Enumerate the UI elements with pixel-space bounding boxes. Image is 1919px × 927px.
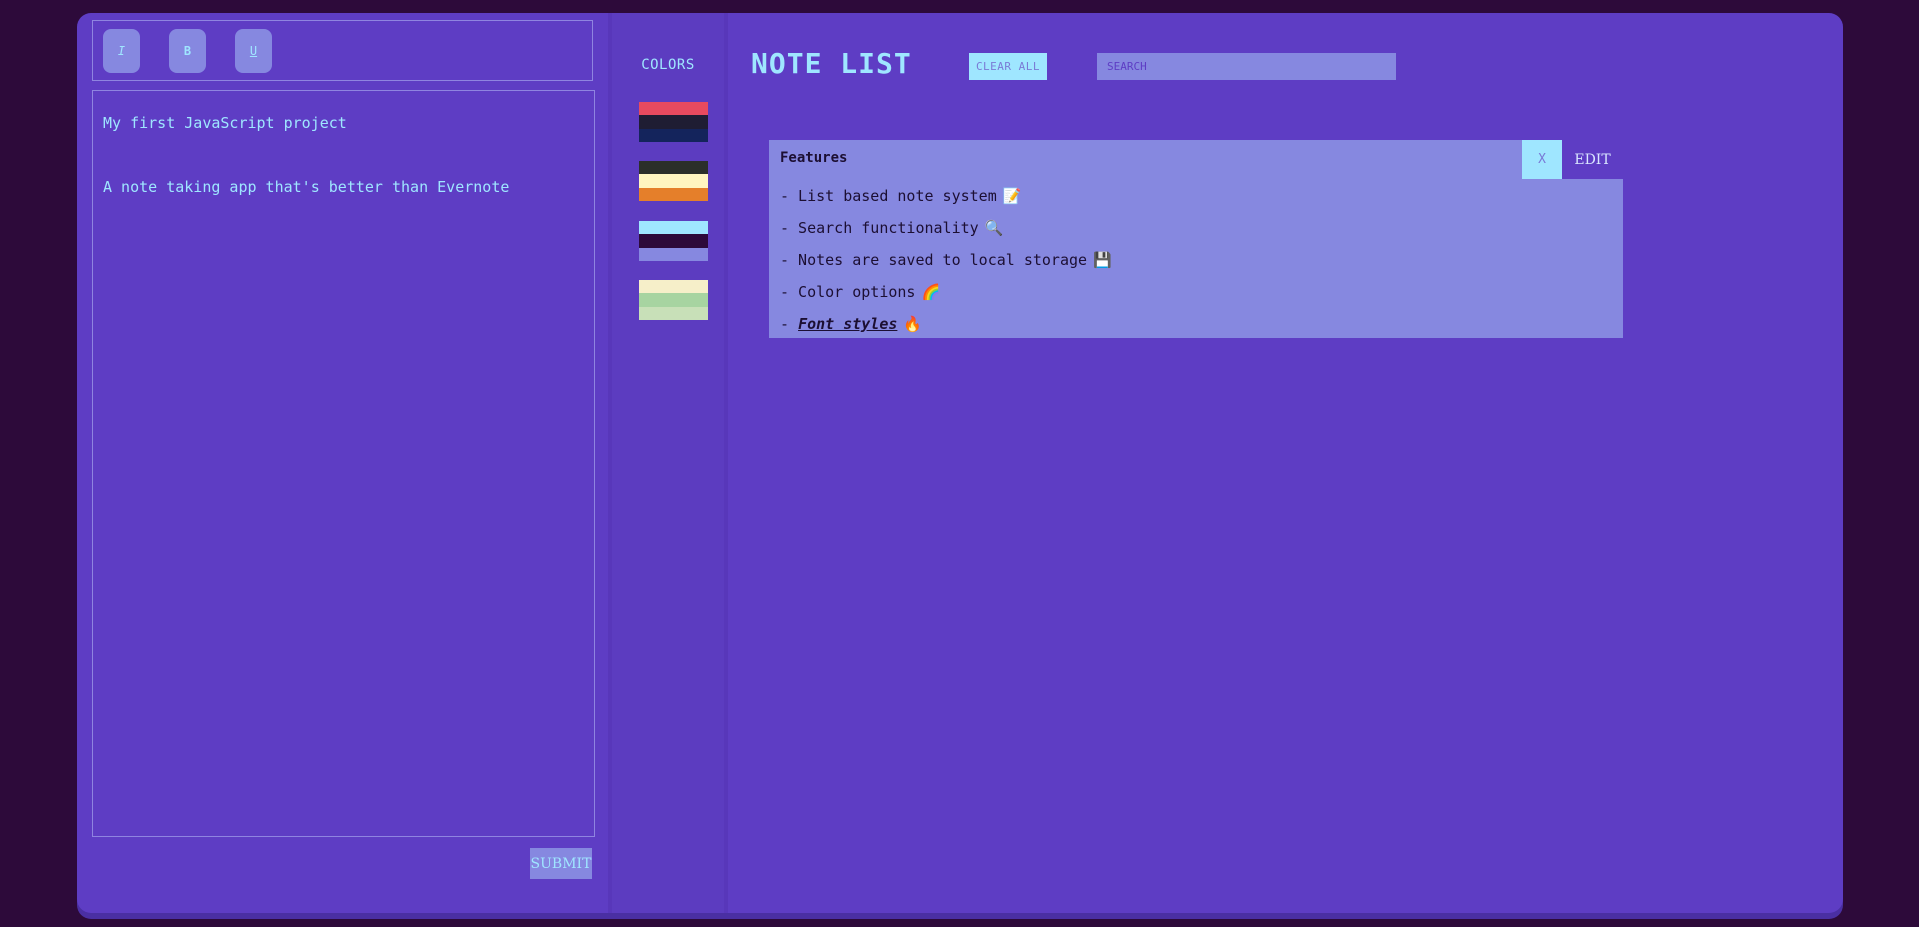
note-line: - Font styles 🔥 bbox=[780, 308, 1112, 340]
colors-title: COLORS bbox=[641, 57, 695, 73]
note-line-text: - Search functionality bbox=[780, 219, 979, 237]
swatch-band bbox=[639, 221, 708, 235]
swatch-band bbox=[639, 128, 708, 142]
note-line-text: - Color options bbox=[780, 283, 916, 301]
search-input[interactable] bbox=[1097, 53, 1396, 80]
rainbow-icon: 🌈 bbox=[921, 283, 941, 301]
color-swatch-1[interactable] bbox=[639, 102, 708, 142]
note-line-text: - List based note system bbox=[780, 187, 997, 205]
swatch-band bbox=[639, 247, 708, 261]
swatch-band bbox=[639, 161, 708, 175]
fire-icon: 🔥 bbox=[903, 315, 923, 333]
underline-button[interactable]: U bbox=[235, 29, 272, 73]
swatch-band bbox=[639, 280, 708, 294]
swatch-band bbox=[639, 102, 708, 116]
note-line-text: - Notes are saved to local storage bbox=[780, 251, 1088, 269]
clear-all-button[interactable]: CLEAR ALL bbox=[969, 53, 1047, 80]
submit-button[interactable]: SUBMIT bbox=[530, 848, 592, 879]
note-line: - Color options 🌈 bbox=[780, 276, 1112, 308]
colors-panel: COLORS bbox=[608, 13, 728, 913]
swatch-band bbox=[639, 174, 708, 188]
note-card[interactable]: Features X EDIT - List based note system… bbox=[769, 140, 1623, 338]
swatch-band bbox=[639, 187, 708, 201]
color-swatch-3[interactable] bbox=[639, 221, 708, 261]
bold-button[interactable]: B bbox=[169, 29, 206, 73]
note-editor-textarea[interactable]: My first JavaScript project A note takin… bbox=[92, 90, 595, 837]
swatch-band bbox=[639, 293, 708, 307]
notes-panel: NOTE LIST CLEAR ALL Features X EDIT - Li… bbox=[728, 13, 1843, 913]
editor-panel: I B U My first JavaScript project A note… bbox=[77, 13, 608, 913]
swatch-band bbox=[639, 306, 708, 320]
app-window: I B U My first JavaScript project A note… bbox=[77, 13, 1843, 913]
page-title: NOTE LIST bbox=[751, 47, 912, 80]
floppy-disk-icon: 💾 bbox=[1093, 251, 1112, 269]
swatch-band bbox=[639, 234, 708, 248]
color-swatch-2[interactable] bbox=[639, 161, 708, 201]
note-line-styled-text: Font styles bbox=[798, 315, 898, 333]
editor-line: My first JavaScript project bbox=[103, 114, 347, 132]
note-title: Features bbox=[780, 150, 848, 166]
note-line: - Notes are saved to local storage 💾 bbox=[780, 244, 1112, 276]
note-line: - List based note system 📝 bbox=[780, 180, 1112, 212]
magnifier-icon: 🔍 bbox=[984, 219, 1004, 237]
edit-note-button[interactable]: EDIT bbox=[1562, 140, 1623, 179]
note-line-prefix: - bbox=[780, 315, 799, 333]
note-body: - List based note system 📝 - Search funct… bbox=[780, 180, 1112, 340]
format-toolbar: I B U bbox=[92, 20, 593, 81]
delete-note-button[interactable]: X bbox=[1522, 140, 1562, 179]
note-line: - Search functionality 🔍 bbox=[780, 212, 1112, 244]
memo-icon: 📝 bbox=[1002, 187, 1022, 205]
note-actions: X EDIT bbox=[1522, 140, 1623, 179]
swatch-band bbox=[639, 115, 708, 129]
color-swatch-4[interactable] bbox=[639, 280, 708, 320]
editor-line: A note taking app that's better than Eve… bbox=[103, 178, 510, 196]
italic-button[interactable]: I bbox=[103, 29, 140, 73]
